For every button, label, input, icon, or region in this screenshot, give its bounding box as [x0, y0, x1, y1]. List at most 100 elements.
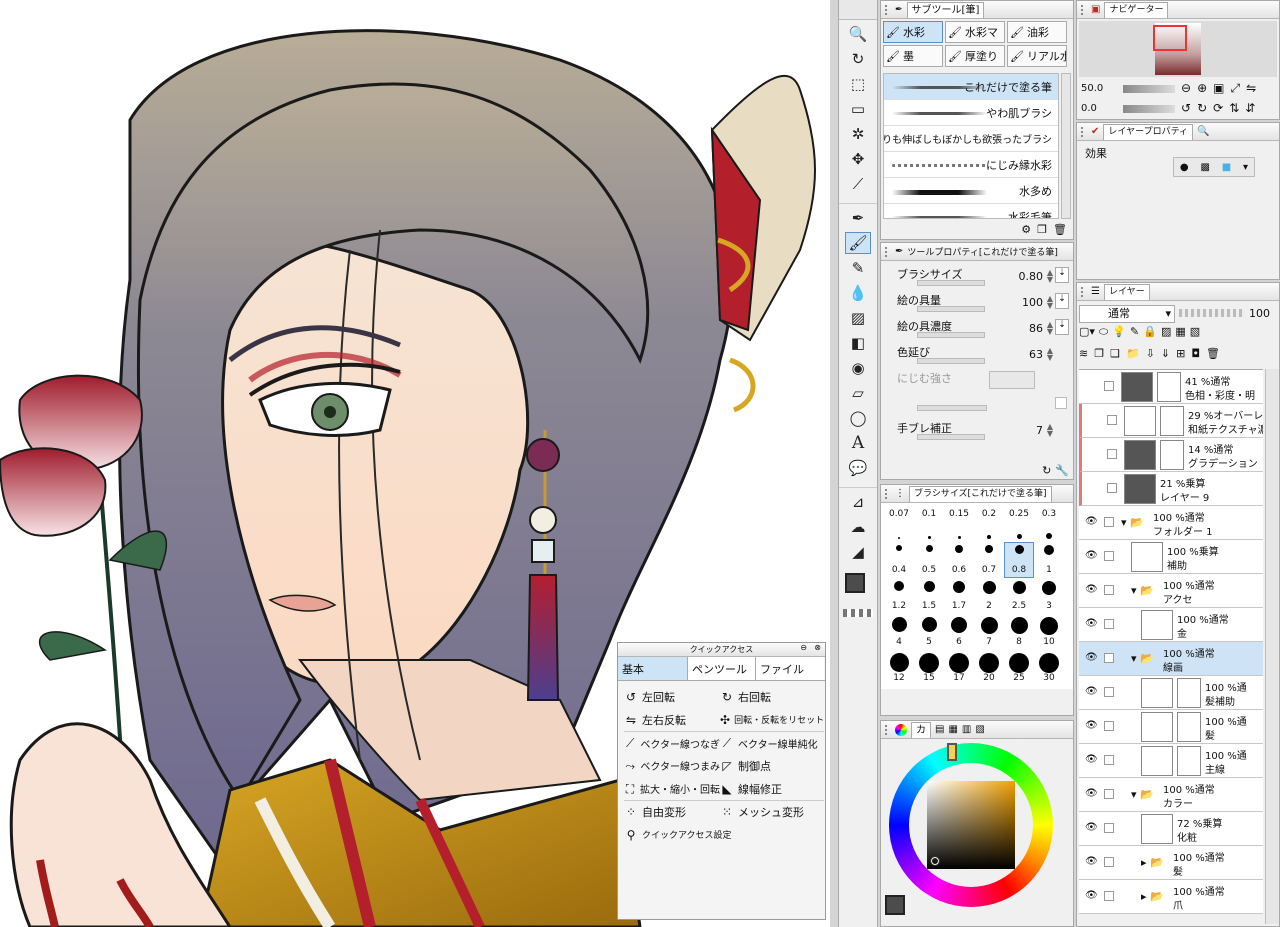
- brush-size-preset[interactable]: 0.15: [945, 507, 973, 541]
- border-effect-icon[interactable]: ●: [1180, 162, 1189, 173]
- visibility-eye-icon[interactable]: 👁: [1085, 550, 1098, 561]
- visibility-eye-icon[interactable]: 👁: [1085, 890, 1098, 901]
- qa-control-point[interactable]: ◸ 制御点: [720, 754, 824, 777]
- subtool-group-2[interactable]: 🖌 油彩: [1007, 21, 1067, 43]
- layer-lock-checkbox[interactable]: [1107, 483, 1117, 493]
- visibility-eye-icon[interactable]: 👁: [1085, 516, 1098, 527]
- hue-handle[interactable]: [947, 743, 957, 761]
- qa-vector-connect[interactable]: ⟋ ベクター線つなぎ: [624, 731, 720, 754]
- brush-item[interactable]: 水彩毛筆: [884, 204, 1058, 218]
- qa-reset-rotation[interactable]: ✣ 回転・反転をリセット: [720, 708, 824, 731]
- brush-size-preset[interactable]: 2.5: [1005, 579, 1033, 613]
- zoom-in-icon[interactable]: ⊕: [1197, 81, 1207, 96]
- qa-vector-simplify[interactable]: ⟋ ベクター線単純化: [720, 731, 824, 754]
- layer-lock-checkbox[interactable]: [1104, 891, 1114, 901]
- brush-item[interactable]: にじみ縁水彩: [884, 152, 1058, 178]
- rotate-tool-icon[interactable]: ↻: [845, 48, 871, 70]
- qa-rotate-right[interactable]: ↻ 右回転: [720, 685, 824, 708]
- brush-size-preset[interactable]: 0.07: [885, 507, 913, 541]
- blend-mode-select[interactable]: 通常 ▾: [1079, 305, 1175, 323]
- decoration-tool-icon[interactable]: ▨: [845, 307, 871, 329]
- qa-line-width[interactable]: ◣ 線幅修正: [720, 777, 824, 800]
- reference-layer-icon[interactable]: 💡: [1112, 325, 1126, 339]
- color-picker-cursor[interactable]: [930, 856, 940, 866]
- combine-icon[interactable]: ⊞: [1176, 347, 1185, 360]
- layer-row[interactable]: 41 %通常 色相・彩度・明: [1079, 370, 1263, 404]
- flip-vertical-icon[interactable]: ⇅: [1229, 101, 1239, 115]
- tab-basic[interactable]: 基本: [618, 657, 688, 680]
- layer-stack-icon[interactable]: ≋: [1079, 347, 1088, 360]
- balloon-tool-icon[interactable]: 💬: [845, 457, 871, 479]
- brush-size-preset[interactable]: 17: [945, 651, 973, 685]
- magic-wand-icon[interactable]: ✲: [845, 123, 871, 145]
- layer-folder-row[interactable]: 👁 ▾ 📂 100 %通常 アクセ: [1079, 574, 1263, 608]
- visibility-eye-icon[interactable]: 👁: [1085, 856, 1098, 867]
- brush-size-preset[interactable]: 1.2: [885, 579, 913, 613]
- layer-mask-enable-icon[interactable]: ▧: [1190, 325, 1200, 339]
- prop-color-stretch[interactable]: 色延び 63 ▲ ▼: [881, 343, 1073, 369]
- brush-size-preset[interactable]: 0.3: [1035, 507, 1063, 541]
- reset-flip-icon[interactable]: ⇵: [1245, 101, 1255, 115]
- visibility-eye-icon[interactable]: 👁: [1085, 788, 1098, 799]
- visibility-eye-icon[interactable]: 👁: [1085, 754, 1098, 765]
- brush-size-preset[interactable]: 20: [975, 651, 1003, 685]
- liquify-tool-icon[interactable]: ◢: [845, 541, 871, 563]
- subtool-group-3[interactable]: 🖌 墨: [883, 45, 943, 67]
- subtool-settings-icon[interactable]: ⚙: [1021, 223, 1031, 236]
- delete-layer-icon[interactable]: 🗑: [1206, 347, 1220, 360]
- visibility-eye-icon[interactable]: 👁: [1085, 720, 1098, 731]
- airbrush-tool-icon[interactable]: 💧: [845, 282, 871, 304]
- brush-size-preset[interactable]: 0.2: [975, 507, 1003, 541]
- layer-row[interactable]: 29 %オーバーレイ和紙テクスチャ濃: [1079, 404, 1263, 438]
- prop-blur-strength[interactable]: にじむ強さ: [881, 369, 1073, 415]
- brush-size-preset[interactable]: 0.25: [1005, 507, 1033, 541]
- layer-mask-icon[interactable]: ◘: [1191, 347, 1200, 360]
- layer-color-icon[interactable]: ■: [1222, 162, 1231, 173]
- hue-ring[interactable]: [889, 743, 1053, 907]
- tab-file[interactable]: ファイル: [756, 657, 824, 680]
- subtool-group-1[interactable]: 🖌 水彩マ: [945, 21, 1005, 43]
- zoom-value[interactable]: 50.0: [1081, 83, 1103, 94]
- copy-subtool-icon[interactable]: ❐: [1037, 223, 1047, 236]
- tab-pen-tool[interactable]: ペンツール: [688, 657, 756, 680]
- main-color-swatch[interactable]: [845, 573, 865, 593]
- folder-icon[interactable]: ▾ 📂: [1121, 516, 1144, 529]
- navigator-preview[interactable]: [1079, 21, 1277, 77]
- subtool-group-4[interactable]: 🖌 厚塗り: [945, 45, 1005, 67]
- brush-size-preset[interactable]: 4: [885, 615, 913, 649]
- visibility-eye-icon[interactable]: 👁: [1085, 584, 1098, 595]
- brush-item[interactable]: 塗りも伸ばしもぼかしも欲張ったブラシ: [884, 126, 1058, 152]
- tone-effect-icon[interactable]: ▩: [1200, 162, 1209, 173]
- pressure-settings-icon[interactable]: ⇣: [1055, 267, 1069, 283]
- rotate-right-icon[interactable]: ↻: [1197, 101, 1207, 115]
- navigator-title[interactable]: ナビゲーター: [1104, 1, 1169, 18]
- layer-row[interactable]: 👁 100 %通髪: [1079, 710, 1263, 744]
- qa-free-transform[interactable]: ⁘ 自由変形: [624, 800, 720, 823]
- brush-size-preset[interactable]: 1.5: [915, 579, 943, 613]
- minimize-icon[interactable]: ⊖: [800, 643, 807, 652]
- gradient-tool-icon[interactable]: ◧: [845, 332, 871, 354]
- brush-size-preset[interactable]: 1.7: [945, 579, 973, 613]
- brush-size-preset[interactable]: 7: [975, 615, 1003, 649]
- layer-list-scrollbar[interactable]: [1265, 369, 1279, 924]
- brush-item[interactable]: やわ肌ブラシ: [884, 100, 1058, 126]
- brush-size-preset[interactable]: 1: [1035, 543, 1063, 577]
- brush-list-scrollbar[interactable]: [1061, 73, 1071, 219]
- brush-size-preset[interactable]: 0.1: [915, 507, 943, 541]
- rotation-value[interactable]: 0.0: [1081, 103, 1097, 114]
- brush-size-preset[interactable]: 0.7: [975, 543, 1003, 577]
- folder-icon[interactable]: ▾ 📂: [1131, 788, 1154, 801]
- pressure-settings-icon[interactable]: ⇣: [1055, 293, 1069, 309]
- brush-size-preset[interactable]: 0.8: [1004, 542, 1034, 578]
- pen-tool-icon[interactable]: ✒: [845, 207, 871, 229]
- rotate-left-icon[interactable]: ↺: [1181, 101, 1191, 115]
- layer-lock-checkbox[interactable]: [1104, 721, 1114, 731]
- color-slider-tab-icon[interactable]: ▤: [935, 724, 944, 735]
- qa-settings[interactable]: ⚲ クイックアクセス設定: [624, 823, 824, 846]
- layer-lock-checkbox[interactable]: [1104, 551, 1114, 561]
- new-vector-layer-icon[interactable]: ❑: [1110, 347, 1120, 360]
- layer-title[interactable]: レイヤー: [1103, 283, 1150, 300]
- zoom-out-icon[interactable]: ⊖: [1181, 81, 1191, 96]
- visibility-eye-icon[interactable]: 👁: [1085, 652, 1098, 663]
- pencil-tool-icon[interactable]: ✎: [845, 257, 871, 279]
